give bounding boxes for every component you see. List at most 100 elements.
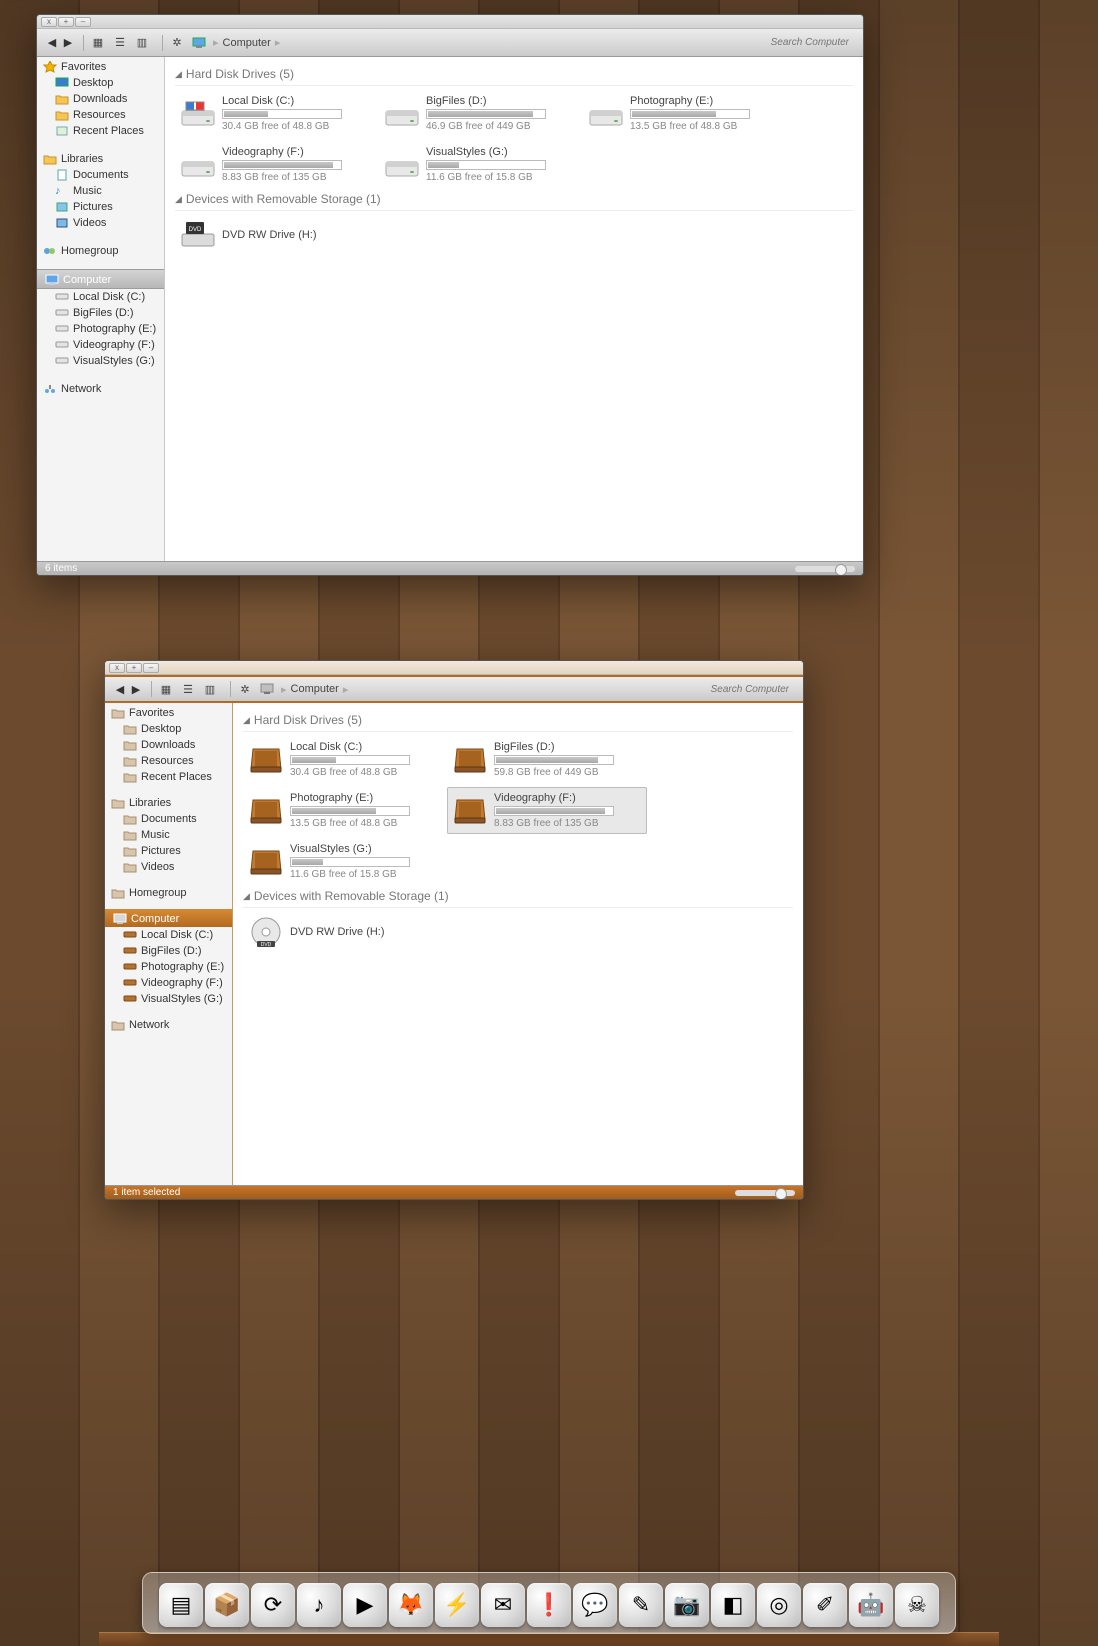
camera-icon[interactable]: 📷 bbox=[665, 1583, 709, 1627]
sidebar-drive-g[interactable]: VisualStyles (G:) bbox=[105, 991, 232, 1007]
computer-header[interactable]: Computer bbox=[37, 269, 164, 289]
finder-icon[interactable]: ▤ bbox=[159, 1583, 203, 1627]
homegroup-header[interactable]: Homegroup bbox=[105, 883, 232, 901]
sidebar-item-pictures[interactable]: Pictures bbox=[37, 199, 164, 215]
drive-item[interactable]: VisualStyles (G:)11.6 GB free of 15.8 GB bbox=[379, 141, 579, 188]
drive-item[interactable]: DVDDVD RW Drive (H:) bbox=[243, 912, 443, 952]
sidebar-item-videos[interactable]: Videos bbox=[105, 859, 232, 875]
drive-item[interactable]: Videography (F:)8.83 GB free of 135 GB bbox=[175, 141, 375, 188]
photos-icon[interactable]: ◧ bbox=[711, 1583, 755, 1627]
sidebar-drive-c[interactable]: Local Disk (C:) bbox=[105, 927, 232, 943]
minimize-button[interactable]: – bbox=[143, 663, 159, 673]
music-icon[interactable]: ♪ bbox=[297, 1583, 341, 1627]
sidebar-item-videos[interactable]: Videos bbox=[37, 215, 164, 231]
view-list-button[interactable]: ☰ bbox=[112, 36, 128, 50]
sidebar-drive-f[interactable]: Videography (F:) bbox=[105, 975, 232, 991]
forward-button[interactable]: ▶ bbox=[61, 36, 75, 50]
mail-icon[interactable]: ✉ bbox=[481, 1583, 525, 1627]
collapse-icon[interactable]: ◢ bbox=[175, 69, 182, 80]
collapse-icon[interactable]: ◢ bbox=[175, 194, 182, 205]
minimize-button[interactable]: – bbox=[75, 17, 91, 27]
robot-icon[interactable]: 🤖 bbox=[849, 1583, 893, 1627]
back-button[interactable]: ◀ bbox=[113, 682, 127, 696]
sidebar-item-downloads[interactable]: Downloads bbox=[105, 737, 232, 753]
group-header[interactable]: ◢ Devices with Removable Storage (1) bbox=[243, 885, 793, 908]
sidebar-item-desktop[interactable]: Desktop bbox=[105, 721, 232, 737]
sidebar-item-resources[interactable]: Resources bbox=[105, 753, 232, 769]
note-icon[interactable]: ✎ bbox=[619, 1583, 663, 1627]
drive-item[interactable]: Videography (F:)8.83 GB free of 135 GB bbox=[447, 787, 647, 834]
skull-icon[interactable]: ☠ bbox=[895, 1583, 939, 1627]
sidebar-item-documents[interactable]: Documents bbox=[37, 167, 164, 183]
group-header[interactable]: ◢ Devices with Removable Storage (1) bbox=[175, 188, 853, 211]
drive-item[interactable]: Photography (E:)13.5 GB free of 48.8 GB bbox=[243, 787, 443, 834]
sidebar-item-music[interactable]: Music bbox=[105, 827, 232, 843]
drive-item[interactable]: Photography (E:)13.5 GB free of 48.8 GB bbox=[583, 90, 783, 137]
breadcrumb[interactable]: ▸Computer▸ bbox=[213, 36, 280, 49]
network-header[interactable]: Network bbox=[105, 1015, 232, 1033]
group-header[interactable]: ◢ Hard Disk Drives (5) bbox=[243, 709, 793, 732]
lightning-icon[interactable]: ⚡ bbox=[435, 1583, 479, 1627]
sidebar-drive-c[interactable]: Local Disk (C:) bbox=[37, 289, 164, 305]
breadcrumb[interactable]: ▸Computer▸ bbox=[281, 683, 348, 696]
view-icons-button[interactable]: ▦ bbox=[158, 682, 174, 696]
drive-item[interactable]: BigFiles (D:)59.8 GB free of 449 GB bbox=[447, 736, 647, 783]
drive-free: 30.4 GB free of 48.8 GB bbox=[290, 767, 438, 778]
search-input[interactable] bbox=[715, 34, 855, 52]
sidebar-item-downloads[interactable]: Downloads bbox=[37, 91, 164, 107]
sidebar-drive-d[interactable]: BigFiles (D:) bbox=[105, 943, 232, 959]
im-icon[interactable]: 💬 bbox=[573, 1583, 617, 1627]
dev-icon[interactable]: ✐ bbox=[803, 1583, 847, 1627]
collapse-icon[interactable]: ◢ bbox=[243, 715, 250, 726]
libraries-header[interactable]: Libraries bbox=[105, 793, 232, 811]
sidebar-drive-g[interactable]: VisualStyles (G:) bbox=[37, 353, 164, 369]
play-icon[interactable]: ▶ bbox=[343, 1583, 387, 1627]
timemachine-icon[interactable]: ⟳ bbox=[251, 1583, 295, 1627]
sidebar-item-desktop[interactable]: Desktop bbox=[37, 75, 164, 91]
view-columns-button[interactable]: ▥ bbox=[202, 682, 218, 696]
favorites-header[interactable]: Favorites bbox=[105, 703, 232, 721]
group-header[interactable]: ◢ Hard Disk Drives (5) bbox=[175, 63, 853, 86]
sidebar-item-music[interactable]: ♪Music bbox=[37, 183, 164, 199]
view-icons-button[interactable]: ▦ bbox=[90, 36, 106, 50]
view-list-button[interactable]: ☰ bbox=[180, 682, 196, 696]
close-button[interactable]: x bbox=[41, 17, 57, 27]
sidebar-drive-e[interactable]: Photography (E:) bbox=[105, 959, 232, 975]
sidebar-drive-d[interactable]: BigFiles (D:) bbox=[37, 305, 164, 321]
aperture-icon[interactable]: ◎ bbox=[757, 1583, 801, 1627]
sidebar-drive-e[interactable]: Photography (E:) bbox=[37, 321, 164, 337]
sidebar-item-pictures[interactable]: Pictures bbox=[105, 843, 232, 859]
alert-icon[interactable]: ❗ bbox=[527, 1583, 571, 1627]
gear-icon[interactable]: ✲ bbox=[237, 682, 253, 696]
drive-item[interactable]: DVDDVD RW Drive (H:) bbox=[175, 215, 375, 255]
drive-item[interactable]: VisualStyles (G:)11.6 GB free of 15.8 GB bbox=[243, 838, 443, 885]
forward-button[interactable]: ▶ bbox=[129, 682, 143, 696]
maximize-button[interactable]: + bbox=[58, 17, 74, 27]
computer-header[interactable]: Computer bbox=[105, 909, 232, 927]
drive-icon bbox=[180, 150, 216, 180]
close-button[interactable]: x bbox=[109, 663, 125, 673]
homegroup-header[interactable]: Homegroup bbox=[37, 241, 164, 259]
zoom-slider[interactable] bbox=[735, 1190, 795, 1196]
network-header[interactable]: Network bbox=[37, 379, 164, 397]
sidebar-item-recent[interactable]: Recent Places bbox=[105, 769, 232, 785]
drive-item[interactable]: Local Disk (C:)30.4 GB free of 48.8 GB bbox=[175, 90, 375, 137]
collapse-icon[interactable]: ◢ bbox=[243, 891, 250, 902]
sidebar-drive-f[interactable]: Videography (F:) bbox=[37, 337, 164, 353]
zoom-slider[interactable] bbox=[795, 566, 855, 572]
gear-icon[interactable]: ✲ bbox=[169, 36, 185, 50]
sidebar-item-recent[interactable]: Recent Places bbox=[37, 123, 164, 139]
drive-item[interactable]: Local Disk (C:)30.4 GB free of 48.8 GB bbox=[243, 736, 443, 783]
sidebar-item-documents[interactable]: Documents bbox=[105, 811, 232, 827]
search-input[interactable] bbox=[655, 680, 795, 698]
libraries-header[interactable]: Libraries bbox=[37, 149, 164, 167]
firefox-icon[interactable]: 🦊 bbox=[389, 1583, 433, 1627]
favorites-header[interactable]: Favorites bbox=[37, 57, 164, 75]
box-icon[interactable]: 📦 bbox=[205, 1583, 249, 1627]
back-button[interactable]: ◀ bbox=[45, 36, 59, 50]
view-columns-button[interactable]: ▥ bbox=[134, 36, 150, 50]
caption-row: x + – bbox=[37, 15, 863, 29]
drive-item[interactable]: BigFiles (D:)46.9 GB free of 449 GB bbox=[379, 90, 579, 137]
sidebar-item-resources[interactable]: Resources bbox=[37, 107, 164, 123]
maximize-button[interactable]: + bbox=[126, 663, 142, 673]
